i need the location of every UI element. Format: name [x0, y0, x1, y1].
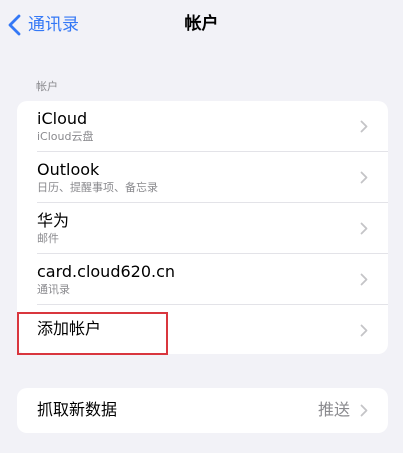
fetch-new-data-row[interactable]: 抓取新数据 推送 [17, 388, 388, 433]
chevron-right-icon [360, 120, 368, 133]
accounts-section-header: 帐户 [36, 80, 58, 93]
chevron-right-icon [360, 273, 368, 286]
account-row-icloud[interactable]: iCloud iCloud云盘 [17, 101, 388, 152]
fetch-new-data-value: 推送 [317, 400, 350, 419]
account-subtitle: iCloud云盘 [37, 130, 94, 143]
account-title: card.cloud620.cn [37, 262, 176, 281]
chevron-right-icon [360, 171, 368, 184]
navigation-bar: 通讯录 帐户 [0, 0, 403, 50]
account-subtitle: 日历、提醒事项、备忘录 [37, 181, 158, 194]
add-account-label: 添加帐户 [37, 319, 102, 338]
account-title: iCloud [37, 109, 88, 128]
account-row-carddav[interactable]: card.cloud620.cn 通讯录 [17, 254, 388, 305]
page-title: 帐户 [184, 14, 219, 34]
accounts-list: iCloud iCloud云盘 Outlook 日历、提醒事项、备忘录 华为 邮… [17, 101, 388, 354]
chevron-right-icon [360, 324, 368, 337]
chevron-right-icon [360, 222, 368, 235]
account-row-huawei[interactable]: 华为 邮件 [17, 203, 388, 254]
add-account-row[interactable]: 添加帐户 [17, 305, 388, 354]
fetch-settings-list: 抓取新数据 推送 [17, 388, 388, 433]
account-subtitle: 通讯录 [37, 283, 70, 296]
account-title: Outlook [37, 160, 100, 179]
chevron-right-icon [360, 404, 368, 417]
account-row-outlook[interactable]: Outlook 日历、提醒事项、备忘录 [17, 152, 388, 203]
account-title: 华为 [37, 211, 70, 230]
fetch-new-data-label: 抓取新数据 [37, 400, 118, 419]
account-subtitle: 邮件 [37, 232, 59, 245]
